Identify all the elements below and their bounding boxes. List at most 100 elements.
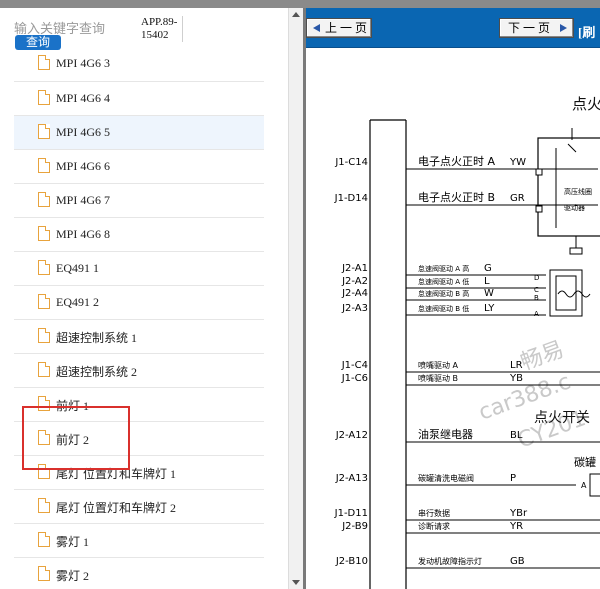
prev-page-button[interactable]: 上 一 页 <box>306 18 372 38</box>
wire-color-label: LR <box>510 360 523 371</box>
wire-color-label: P <box>510 473 516 484</box>
pin-description: 怠速阀驱动 A 高 <box>418 264 469 273</box>
wire-color-label: LY <box>484 303 495 314</box>
coil-module-label-1: 高压线圈 <box>564 187 592 196</box>
wire-color-label: W <box>484 288 494 299</box>
watermark-line-1: 畅易 <box>518 337 568 376</box>
app-code: APP.89- 15402 <box>141 16 183 42</box>
app-code-line-2: 15402 <box>141 29 169 41</box>
list-item-label: 超速控制系统 1 <box>56 331 138 345</box>
document-icon <box>38 532 50 547</box>
prev-page-label: 上 一 页 <box>325 21 368 35</box>
list-item[interactable]: 雾灯 2 <box>14 558 264 589</box>
list-scrollbar[interactable] <box>288 8 303 589</box>
document-icon <box>38 260 50 275</box>
connector-letter-a: A <box>534 310 539 318</box>
pin-description: 喷嘴驱动 B <box>418 373 458 383</box>
document-icon <box>38 396 50 411</box>
ignition-coil-module <box>537 137 600 237</box>
list-item-label: EQ491 1 <box>56 261 99 275</box>
pin-label: J2-B9 <box>341 521 368 532</box>
pin-label: J1-C6 <box>341 373 368 384</box>
viewer-toolbar: 上 一 页 下 一 页 [刷 <box>306 8 600 48</box>
document-icon <box>38 430 50 445</box>
pin-description: 碳罐清洗电磁阀 <box>418 473 474 483</box>
pin-description: 怠速阀驱动 A 低 <box>418 277 469 286</box>
document-icon <box>38 566 50 581</box>
next-page-button[interactable]: 下 一 页 <box>499 18 574 38</box>
list-item-label: 雾灯 1 <box>56 535 90 549</box>
pin-label: J1-D14 <box>334 193 368 204</box>
pin-label: J2-A2 <box>341 276 368 287</box>
document-icon <box>38 498 50 513</box>
wire-color-label: GR <box>510 193 525 204</box>
list-item[interactable]: 前灯 2 <box>14 422 264 456</box>
list-item[interactable]: MPI 4G6 3 <box>14 54 264 82</box>
pin-description: 串行数据 <box>418 508 450 518</box>
wire-color-label: GB <box>510 556 525 567</box>
app-code-line-1: APP.89- <box>141 16 178 28</box>
list-item[interactable]: 超速控制系统 2 <box>14 354 264 388</box>
pin-description: 电子点火正时 B <box>418 191 495 204</box>
list-item[interactable]: 雾灯 1 <box>14 524 264 558</box>
pin-description: 喷嘴驱动 A <box>418 360 459 370</box>
document-icon <box>38 464 50 479</box>
list-item[interactable]: 尾灯 位置灯和车牌灯 2 <box>14 490 264 524</box>
pin-label: J2-B10 <box>335 556 368 567</box>
list-item-label: 尾灯 位置灯和车牌灯 2 <box>56 501 177 515</box>
list-item[interactable]: 超速控制系统 1 <box>14 320 264 354</box>
document-icon <box>38 362 50 377</box>
wire-color-label: YB <box>509 373 523 384</box>
scroll-down-arrow-icon[interactable] <box>292 580 300 585</box>
arrow-left-icon <box>313 24 320 32</box>
connector-letter-b: B <box>534 294 539 302</box>
document-icon <box>38 226 50 241</box>
pin-label: J2-A13 <box>335 473 368 484</box>
list-item[interactable]: MPI 4G6 8 <box>14 218 264 252</box>
list-item[interactable]: MPI 4G6 6 <box>14 150 264 184</box>
wire-color-label: YR <box>509 521 523 532</box>
list-item-label: MPI 4G6 3 <box>56 56 111 70</box>
pin-label: J2-A12 <box>335 430 368 441</box>
arrow-right-icon <box>560 24 567 32</box>
wire-color-label: G <box>484 263 492 274</box>
list-item[interactable]: 前灯 1 <box>14 388 264 422</box>
idle-valve-connector <box>549 269 583 317</box>
document-icon <box>38 328 50 343</box>
pin-label: J2-A1 <box>341 263 368 274</box>
pin-label: J2-A3 <box>341 303 368 314</box>
document-icon <box>38 90 50 105</box>
scroll-up-arrow-icon[interactable] <box>292 12 300 17</box>
document-list: MPI 4G6 3 MPI 4G6 4 MPI 4G6 5 MPI 4G6 6 MPI … <box>14 54 264 589</box>
pin-label: J2-A4 <box>341 288 368 299</box>
pin-description: 油泵继电器 <box>418 427 473 441</box>
list-item-label: 前灯 1 <box>56 399 90 413</box>
heading-ignition: 点火 <box>572 95 600 113</box>
document-viewer: 上 一 页 下 一 页 [刷 畅易 car388.c CY201 点火 点火开关… <box>306 8 600 589</box>
document-title: [刷 <box>578 25 596 40</box>
list-item-label: MPI 4G6 5 <box>56 125 111 139</box>
document-icon <box>38 294 50 309</box>
document-icon <box>38 158 50 173</box>
pin-label: J1-C14 <box>334 157 368 168</box>
list-item[interactable]: MPI 4G6 4 <box>14 82 264 116</box>
list-item-label: 超速控制系统 2 <box>56 365 138 379</box>
list-item-label: MPI 4G6 8 <box>56 227 111 241</box>
next-page-label: 下 一 页 <box>508 21 551 35</box>
canister-label: 碳罐 <box>574 455 596 469</box>
list-item-label: MPI 4G6 6 <box>56 159 111 173</box>
pin-description: 电子点火正时 A <box>418 155 495 168</box>
corner-letter: A <box>581 481 587 490</box>
wire-color-label: L <box>484 276 490 287</box>
list-item-label: EQ491 2 <box>56 295 99 309</box>
wiring-diagram: 畅易 car388.c CY201 点火 点火开关 高压线圈 驱动器 D C B… <box>334 95 600 589</box>
pin-description: 怠速阀驱动 B 高 <box>418 289 469 298</box>
search-area: 查询 APP.89- 15402 <box>0 8 288 54</box>
list-item[interactable]: 尾灯 位置灯和车牌灯 1 <box>14 456 264 490</box>
pin-label: J1-C4 <box>341 360 368 371</box>
list-item[interactable]: MPI 4G6 5 <box>14 116 264 150</box>
list-item[interactable]: MPI 4G6 7 <box>14 184 264 218</box>
list-item[interactable]: EQ491 2 <box>14 286 264 320</box>
list-item[interactable]: EQ491 1 <box>14 252 264 286</box>
search-button[interactable]: 查询 <box>15 35 61 50</box>
